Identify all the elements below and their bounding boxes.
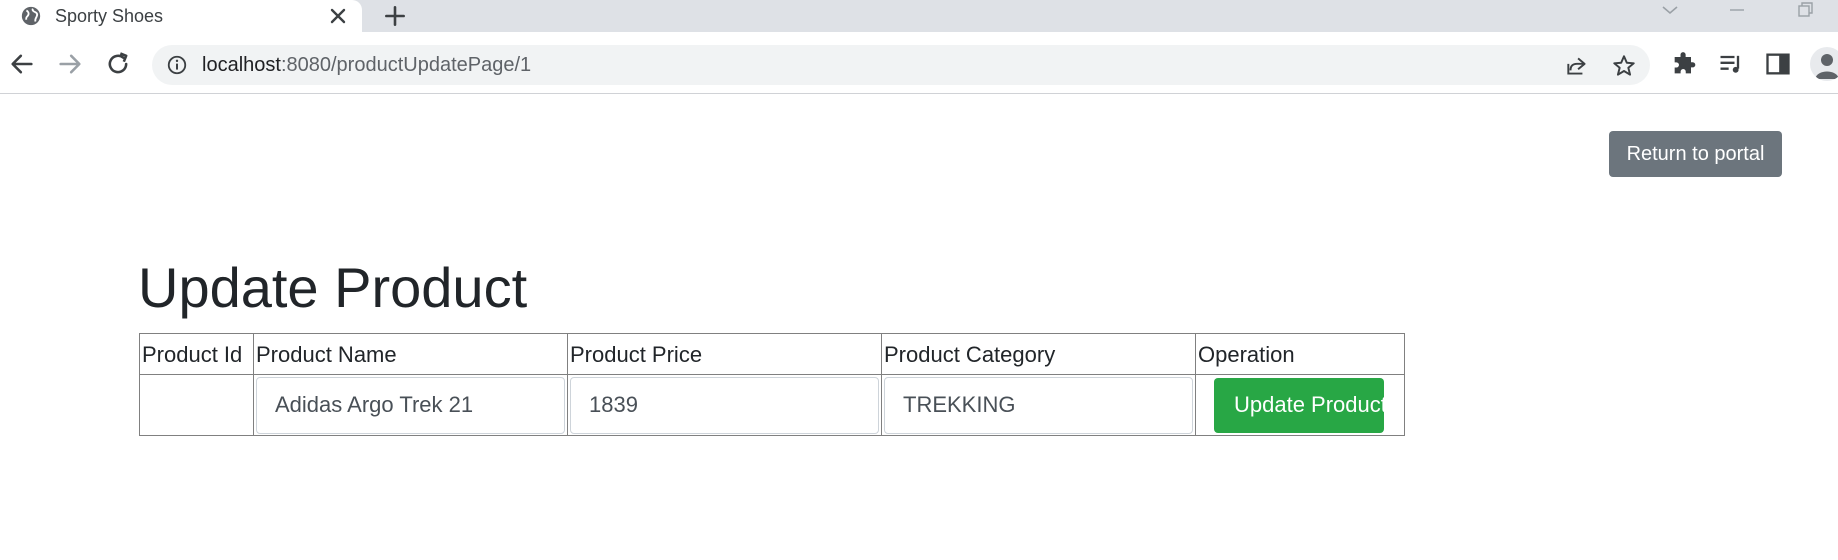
product-category-cell (881, 374, 1196, 436)
product-id-cell (139, 374, 254, 436)
tab-search-chevron-icon[interactable] (1655, 0, 1685, 22)
product-price-input[interactable] (570, 376, 879, 434)
profile-avatar[interactable] (1810, 47, 1838, 81)
back-arrow-icon[interactable] (8, 50, 36, 78)
extensions-puzzle-icon[interactable] (1670, 50, 1698, 78)
update-button-clip: Update Product (1214, 377, 1384, 433)
media-queue-icon[interactable] (1717, 50, 1745, 78)
browser-toolbar: localhost:8080/productUpdatePage/1 (0, 32, 1838, 94)
close-tab-icon[interactable] (326, 4, 350, 28)
browser-tab-strip: Sporty Shoes (0, 0, 1838, 32)
table-row: Update Product (139, 374, 1405, 436)
table-header-row: Product Id Product Name Product Price Pr… (139, 333, 1405, 375)
globe-icon (21, 6, 41, 26)
reload-icon[interactable] (104, 50, 132, 78)
return-to-portal-button[interactable]: Return to portal (1609, 131, 1782, 177)
product-name-input[interactable] (256, 376, 565, 434)
update-product-button[interactable]: Update Product (1214, 377, 1384, 433)
operation-cell: Update Product (1195, 374, 1405, 436)
address-bar[interactable]: localhost:8080/productUpdatePage/1 (152, 45, 1650, 85)
browser-tab[interactable]: Sporty Shoes (0, 0, 362, 32)
url-path: :8080/productUpdatePage/1 (280, 54, 532, 76)
side-panel-icon[interactable] (1764, 50, 1792, 78)
person-icon (1815, 54, 1838, 79)
minimize-icon[interactable] (1722, 0, 1752, 22)
site-info-icon[interactable] (166, 54, 188, 76)
header-product-price: Product Price (567, 333, 882, 375)
product-category-input[interactable] (884, 376, 1193, 434)
product-name-cell (253, 374, 568, 436)
restore-window-icon[interactable] (1790, 0, 1820, 22)
page-title: Update Product (138, 256, 528, 319)
url-text[interactable]: localhost:8080/productUpdatePage/1 (202, 54, 531, 77)
bookmark-star-icon[interactable] (1611, 53, 1637, 79)
header-product-id: Product Id (139, 333, 254, 375)
product-price-cell (567, 374, 882, 436)
header-product-category: Product Category (881, 333, 1196, 375)
header-product-name: Product Name (253, 333, 568, 375)
forward-arrow-icon[interactable] (56, 50, 84, 78)
share-icon[interactable] (1564, 53, 1590, 79)
product-update-table: Product Id Product Name Product Price Pr… (139, 333, 1405, 436)
url-host: localhost (202, 54, 281, 76)
tab-title: Sporty Shoes (55, 6, 164, 26)
new-tab-plus-icon[interactable] (382, 3, 408, 29)
header-operation: Operation (1195, 333, 1405, 375)
